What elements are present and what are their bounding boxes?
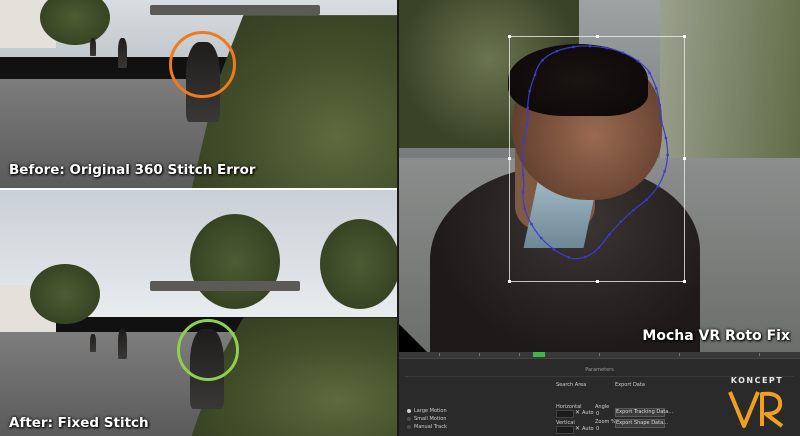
timeline-tick (759, 353, 760, 356)
spline-control-point[interactable] (648, 71, 651, 75)
manual-track-label: Manual Track (414, 424, 447, 430)
spline-control-point[interactable] (526, 106, 529, 110)
search-area-heading: Search Area (556, 382, 587, 388)
angle-value[interactable]: 0 (596, 411, 599, 417)
spline-control-point[interactable] (584, 255, 587, 259)
manual-track-radio[interactable] (407, 425, 411, 429)
large-motion-radio[interactable] (407, 409, 411, 413)
spline-control-point[interactable] (608, 232, 611, 236)
vertical-auto-label: Auto (582, 426, 594, 432)
spline-control-point[interactable] (552, 248, 556, 251)
spline-control-point[interactable] (632, 209, 635, 212)
timeline-tick (479, 353, 480, 356)
timeline-tick (439, 353, 440, 356)
spline-control-point[interactable] (525, 123, 529, 126)
spline-control-point[interactable] (521, 190, 525, 194)
parameters-title: Parameters (585, 367, 614, 373)
spline-control-point[interactable] (523, 207, 527, 210)
horizontal-auto-x-icon[interactable]: ✕ (575, 409, 580, 416)
spline-control-point[interactable] (597, 246, 601, 249)
spline-control-point[interactable] (636, 59, 640, 63)
export-tracking-data-button[interactable]: Export Tracking Data... (615, 408, 673, 417)
spline-control-point[interactable] (567, 256, 570, 259)
spline-control-point[interactable] (658, 103, 662, 107)
timeline-playhead[interactable] (533, 352, 545, 357)
zoom-label: Zoom % (595, 419, 616, 425)
large-motion-label: Large Motion (414, 408, 447, 414)
horizontal-field[interactable] (556, 410, 574, 418)
koncept-vr-logo: KONCEPT (722, 376, 792, 432)
logo-wordmark: KONCEPT (730, 376, 784, 385)
spline-control-point[interactable] (541, 58, 544, 62)
export-shape-data-button[interactable]: Export Shape Data... (615, 419, 668, 428)
spline-control-point[interactable] (605, 46, 609, 50)
timeline-tick (599, 353, 600, 356)
spline-control-point[interactable] (521, 173, 525, 177)
spline-control-point[interactable] (656, 185, 659, 188)
spline-control-point[interactable] (645, 198, 648, 201)
spline-control-point[interactable] (664, 136, 668, 140)
spline-control-point[interactable] (619, 220, 623, 223)
small-motion-radio[interactable] (407, 417, 411, 421)
horizontal-auto-label: Auto (582, 410, 594, 416)
zoom-value[interactable]: 0 (596, 426, 599, 432)
spline-control-point[interactable] (663, 170, 666, 173)
vr-mark-icon (728, 391, 784, 428)
roto-spline-path[interactable] (522, 45, 669, 260)
spline-control-point[interactable] (522, 140, 526, 143)
timeline-tick (519, 353, 520, 356)
spline-control-point[interactable] (521, 156, 524, 160)
spline-control-point[interactable] (530, 223, 533, 226)
timeline-tick (679, 353, 680, 356)
timeline-bar[interactable] (399, 352, 800, 359)
small-motion-label: Small Motion (414, 416, 447, 422)
spline-control-point[interactable] (533, 73, 537, 77)
spline-control-point[interactable] (660, 120, 663, 123)
spline-control-point[interactable] (555, 49, 559, 53)
spline-control-point[interactable] (540, 236, 543, 240)
vertical-auto-x-icon[interactable]: ✕ (575, 425, 580, 432)
spline-control-point[interactable] (588, 44, 592, 48)
mocha-caption: Mocha VR Roto Fix (642, 328, 790, 344)
roto-spline-points[interactable] (521, 44, 669, 259)
spline-control-point[interactable] (572, 45, 575, 49)
export-data-heading: Export Data (615, 382, 645, 388)
spline-control-point[interactable] (655, 87, 658, 90)
spline-control-point[interactable] (666, 153, 669, 157)
spline-control-point[interactable] (621, 51, 625, 55)
spline-control-point[interactable] (528, 89, 531, 93)
angle-label: Angle (595, 404, 610, 410)
vertical-field[interactable] (556, 426, 574, 434)
